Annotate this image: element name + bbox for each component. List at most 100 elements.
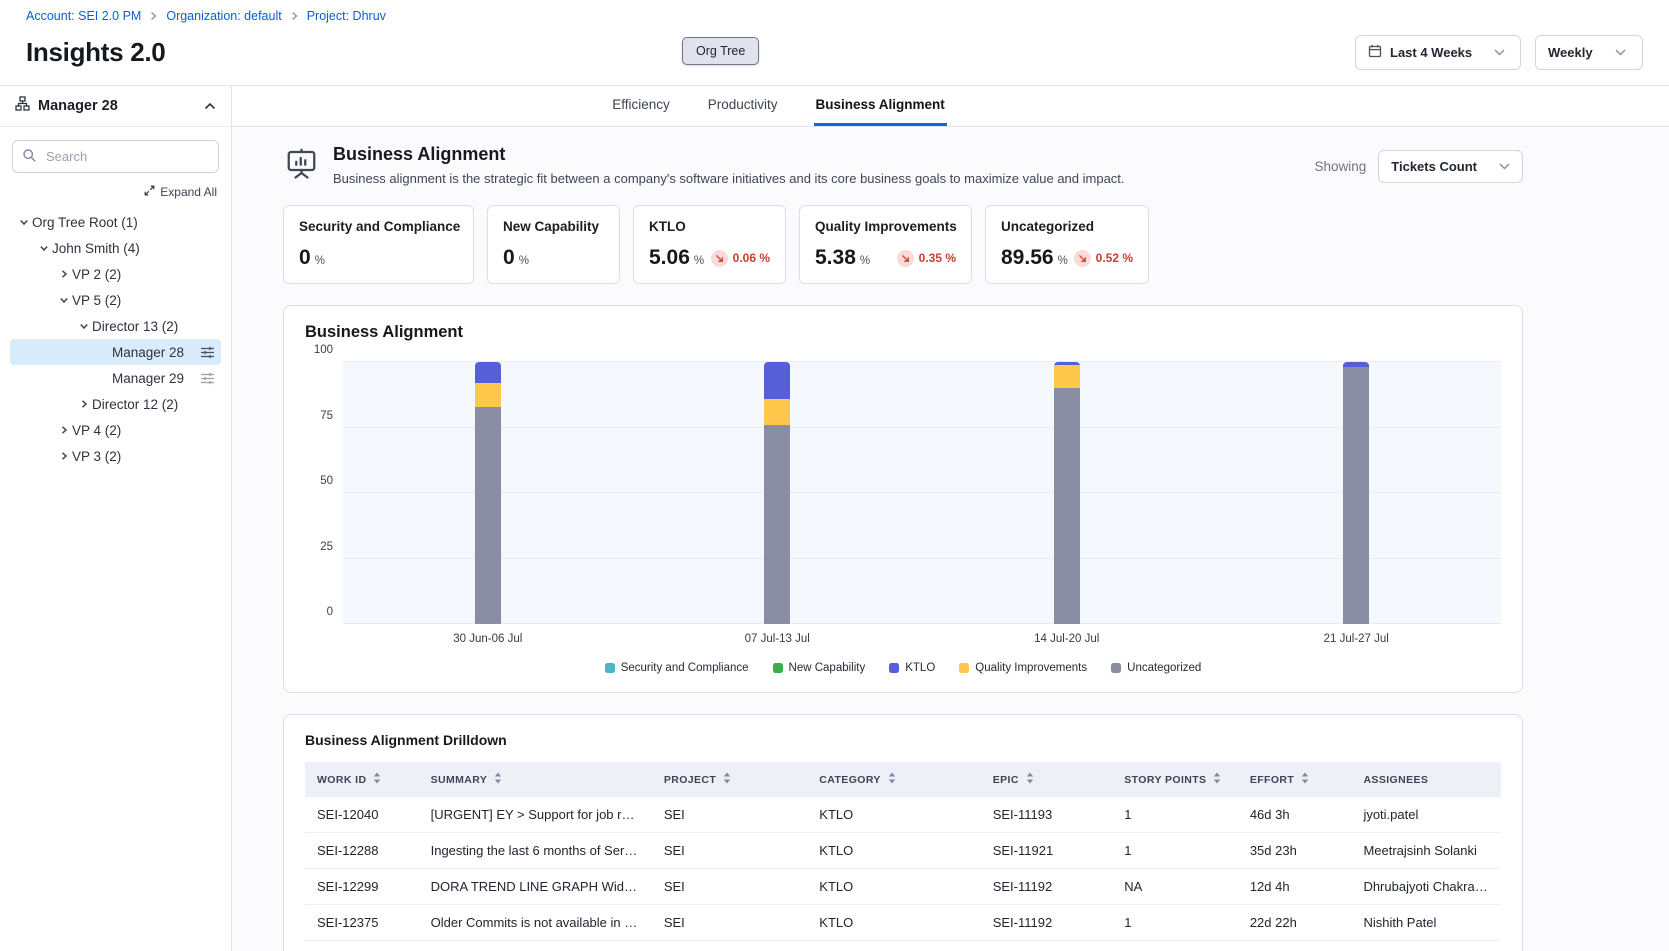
column-header-label: SUMMARY — [431, 774, 488, 786]
legend-label: Uncategorized — [1127, 662, 1201, 674]
legend-item-uncategorized[interactable]: Uncategorized — [1111, 662, 1201, 674]
cell-epic: SEI-11193 — [981, 941, 1113, 951]
tree-chevron-down-icon[interactable] — [16, 217, 32, 227]
stacked-bar-21-jul-27-jul[interactable] — [1343, 362, 1369, 624]
granularity-select[interactable]: Weekly — [1535, 35, 1643, 70]
section-header: Business Alignment Business alignment is… — [283, 144, 1523, 187]
tree-item-vp-3[interactable]: VP 3 (2) — [10, 443, 221, 469]
legend-item-ktlo[interactable]: KTLO — [889, 662, 935, 674]
tab-business-alignment[interactable]: Business Alignment — [814, 86, 947, 126]
cell-summary: Ingesting the last 6 months of ServiceN.… — [419, 833, 652, 869]
table-row[interactable]: SEI-12299DORA TREND LINE GRAPH Widgets i… — [305, 869, 1501, 905]
tab-productivity[interactable]: Productivity — [706, 86, 780, 126]
stacked-bar-07-jul-13-jul[interactable] — [764, 362, 790, 624]
legend-label: New Capability — [789, 662, 866, 674]
column-header-project[interactable]: PROJECT — [652, 762, 807, 797]
tree-chevron-right-icon[interactable] — [56, 451, 72, 461]
sort-icon[interactable] — [887, 772, 897, 787]
trend-down-icon — [711, 250, 728, 267]
card-title: Security and Compliance — [299, 219, 458, 234]
main-area: Efficiency Productivity Business Alignment… — [232, 86, 1669, 951]
legend-item-security-and-compliance[interactable]: Security and Compliance — [605, 662, 749, 674]
breadcrumb-link[interactable]: Account: SEI 2.0 PM — [26, 9, 141, 23]
legend-item-quality-improvements[interactable]: Quality Improvements — [959, 662, 1087, 674]
column-header-epic[interactable]: EPIC — [981, 762, 1113, 797]
trend-down-icon — [897, 250, 914, 267]
chart-legend: Security and Compliance New Capability KTL… — [305, 662, 1501, 678]
cell-project: SEI — [652, 905, 807, 941]
card-unit: % — [315, 255, 325, 267]
column-header-category[interactable]: CATEGORY — [807, 762, 980, 797]
filter-sliders-icon[interactable] — [200, 346, 215, 359]
column-header-summary[interactable]: SUMMARY — [419, 762, 652, 797]
tree-item-vp-4[interactable]: VP 4 (2) — [10, 417, 221, 443]
breadcrumb-link[interactable]: Project: Dhruv — [307, 9, 386, 23]
cell-assignees: Meetrajsinh Solanki — [1351, 833, 1501, 869]
card-title: New Capability — [503, 219, 604, 234]
column-header-label: ASSIGNEES — [1363, 774, 1428, 786]
table-row[interactable]: SEI-12375Older Commits is not available … — [305, 905, 1501, 941]
chevron-down-icon — [1615, 49, 1626, 56]
breadcrumb-link[interactable]: Organization: default — [166, 9, 281, 23]
column-header-effort[interactable]: EFFORT — [1238, 762, 1352, 797]
tree-chevron-right-icon[interactable] — [76, 399, 92, 409]
sort-icon[interactable] — [1212, 772, 1222, 787]
sort-icon[interactable] — [1300, 772, 1310, 787]
header-controls: Last 4 Weeks Weekly — [1355, 35, 1643, 70]
filter-sliders-icon[interactable] — [200, 372, 215, 385]
column-header-work-id[interactable]: WORK ID — [305, 762, 419, 797]
cell-effort: 12d 4h — [1238, 869, 1352, 905]
tree-item-director-13[interactable]: Director 13 (2) — [10, 313, 221, 339]
tree-item-vp-5[interactable]: VP 5 (2) — [10, 287, 221, 313]
summary-card-new-capability: New Capability 0% — [487, 205, 620, 284]
card-value: 0 — [503, 246, 515, 270]
section-description: Business alignment is the strategic fit … — [333, 171, 1314, 186]
drilldown-title: Business Alignment Drilldown — [305, 732, 1501, 748]
collapse-chevron-up-icon[interactable] — [204, 97, 216, 115]
cell-category: KTLO — [807, 797, 980, 833]
card-value-row: 0% — [299, 246, 458, 270]
table-row[interactable]: SEI-12305EY > Verify if ingestion is wor… — [305, 941, 1501, 951]
search-input[interactable] — [12, 140, 219, 173]
table-row[interactable]: SEI-12288Ingesting the last 6 months of … — [305, 833, 1501, 869]
tree-item-vp-2[interactable]: VP 2 (2) — [10, 261, 221, 287]
cell-story-points: 1 — [1112, 941, 1238, 951]
summary-cards: Security and Compliance 0% New Capability 0… — [283, 205, 1523, 284]
tree-item-manager-29[interactable]: Manager 29 — [10, 365, 221, 391]
stacked-bar-14-jul-20-jul[interactable] — [1054, 362, 1080, 624]
tree-chevron-down-icon[interactable] — [76, 321, 92, 331]
tree-chevron-right-icon[interactable] — [56, 269, 72, 279]
expand-all-link[interactable]: Expand All — [144, 185, 217, 199]
sort-icon[interactable] — [493, 772, 503, 787]
showing-label: Showing — [1314, 159, 1366, 174]
sort-icon[interactable] — [722, 772, 732, 787]
stacked-bar-30-jun-06-jul[interactable] — [475, 362, 501, 624]
presentation-chart-icon — [283, 146, 320, 187]
card-unit: % — [1058, 255, 1068, 267]
tree-item-org-tree-root[interactable]: Org Tree Root (1) — [10, 209, 221, 235]
org-tree-sidebar: Manager 28 Expand All Org Tre — [0, 86, 232, 951]
metric-value: Tickets Count — [1391, 159, 1477, 174]
sort-icon[interactable] — [372, 772, 382, 787]
table-row[interactable]: SEI-12040[URGENT] EY > Support for job r… — [305, 797, 1501, 833]
org-tree-button[interactable]: Org Tree — [682, 37, 759, 65]
tree-chevron-down-icon[interactable] — [36, 243, 52, 253]
sort-icon[interactable] — [1025, 772, 1035, 787]
metric-select[interactable]: Tickets Count — [1378, 150, 1523, 183]
legend-item-new-capability[interactable]: New Capability — [773, 662, 866, 674]
legend-swatch — [605, 663, 615, 673]
tree-item-manager-28[interactable]: Manager 28 — [10, 339, 221, 365]
column-header-story-points[interactable]: STORY POINTS — [1112, 762, 1238, 797]
cell-effort: 35d 23h — [1238, 833, 1352, 869]
tree-chevron-down-icon[interactable] — [56, 295, 72, 305]
cell-effort: 46d 3h — [1238, 797, 1352, 833]
sidebar-title: Manager 28 — [38, 98, 196, 114]
tree-item-director-12[interactable]: Director 12 (2) — [10, 391, 221, 417]
date-range-select[interactable]: Last 4 Weeks — [1355, 35, 1521, 70]
card-value-row: 0% — [503, 246, 604, 270]
tree-item-john-smith[interactable]: John Smith (4) — [10, 235, 221, 261]
chart: 0255075100 — [305, 362, 1501, 624]
tab-efficiency[interactable]: Efficiency — [610, 86, 672, 126]
tree-chevron-right-icon[interactable] — [56, 425, 72, 435]
tab-bar: Efficiency Productivity Business Alignment — [232, 86, 1669, 127]
